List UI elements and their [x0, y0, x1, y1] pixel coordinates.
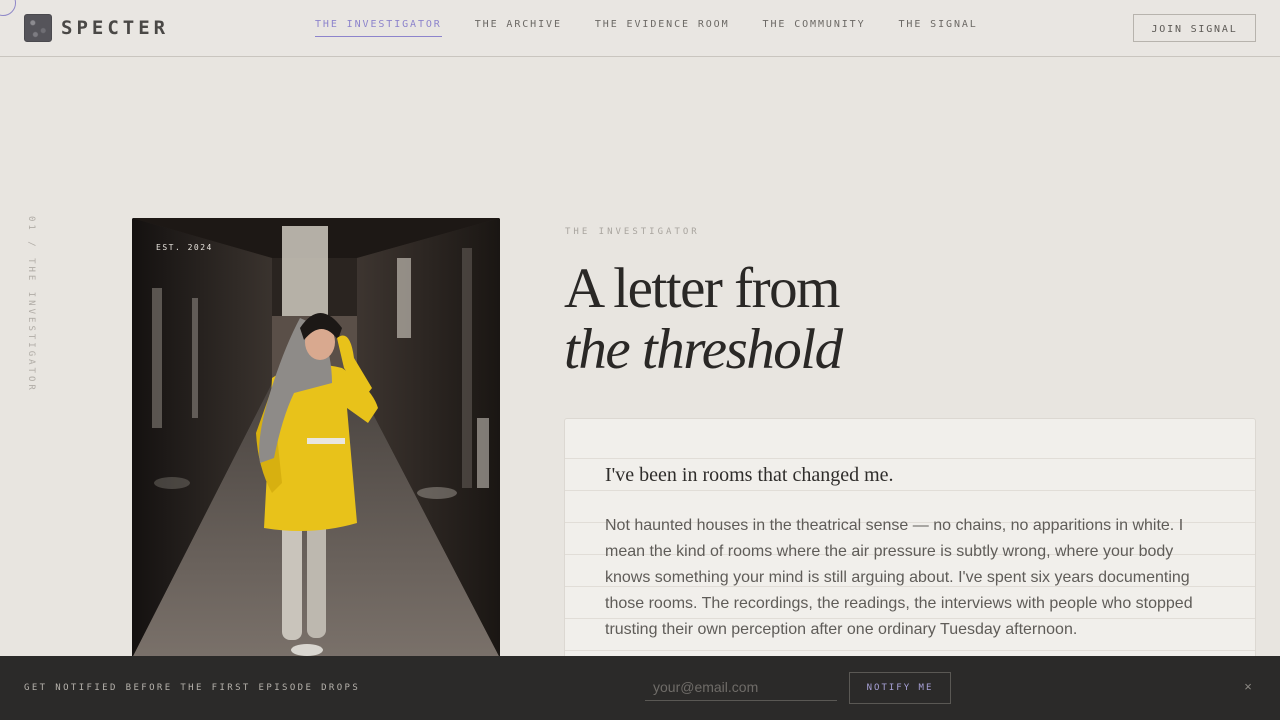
- logo-mark-icon: [24, 14, 52, 42]
- corridor-scene-illustration: [132, 218, 500, 658]
- nav-item-the-archive[interactable]: THE ARCHIVE: [475, 19, 562, 37]
- main-nav: THE INVESTIGATOR THE ARCHIVE THE EVIDENC…: [315, 19, 1011, 37]
- top-navigation-bar: SPECTER THE INVESTIGATOR THE ARCHIVE THE…: [0, 0, 1280, 57]
- page-headline: A letter from the threshold: [564, 257, 843, 381]
- headline-line-2: the threshold: [564, 318, 843, 381]
- corner-circle-icon: [0, 0, 16, 16]
- brand-name: SPECTER: [61, 17, 170, 39]
- nav-item-the-evidence-room[interactable]: THE EVIDENCE ROOM: [595, 19, 730, 37]
- ruled-line: [565, 490, 1255, 491]
- email-input[interactable]: [645, 673, 837, 701]
- logo[interactable]: SPECTER: [24, 14, 169, 42]
- investigator-photo: EST. 2024: [132, 218, 500, 658]
- join-signal-button[interactable]: JOIN SIGNAL: [1133, 14, 1256, 42]
- photo-badge: EST. 2024: [156, 243, 213, 252]
- ruled-line: [565, 650, 1255, 651]
- ruled-line: [565, 458, 1255, 459]
- nav-item-the-community[interactable]: THE COMMUNITY: [763, 19, 866, 37]
- notify-banner: GET NOTIFIED BEFORE THE FIRST EPISODE DR…: [0, 656, 1280, 720]
- letter-body: Not haunted houses in the theatrical sen…: [605, 517, 1193, 638]
- headline-line-1: A letter from: [564, 257, 840, 320]
- nav-item-the-investigator[interactable]: THE INVESTIGATOR: [315, 19, 442, 37]
- section-eyebrow: THE INVESTIGATOR: [565, 227, 700, 237]
- nav-item-the-signal[interactable]: THE SIGNAL: [899, 19, 978, 37]
- close-icon[interactable]: ×: [1240, 678, 1256, 696]
- notify-me-button[interactable]: NOTIFY ME: [849, 672, 951, 704]
- banner-text: GET NOTIFIED BEFORE THE FIRST EPISODE DR…: [24, 683, 361, 693]
- letter-greeting: I've been in rooms that changed me.: [605, 464, 894, 486]
- letter-card: I've been in rooms that changed me. Not …: [564, 418, 1256, 668]
- section-vertical-label: 01 / THE INVESTIGATOR: [26, 216, 36, 393]
